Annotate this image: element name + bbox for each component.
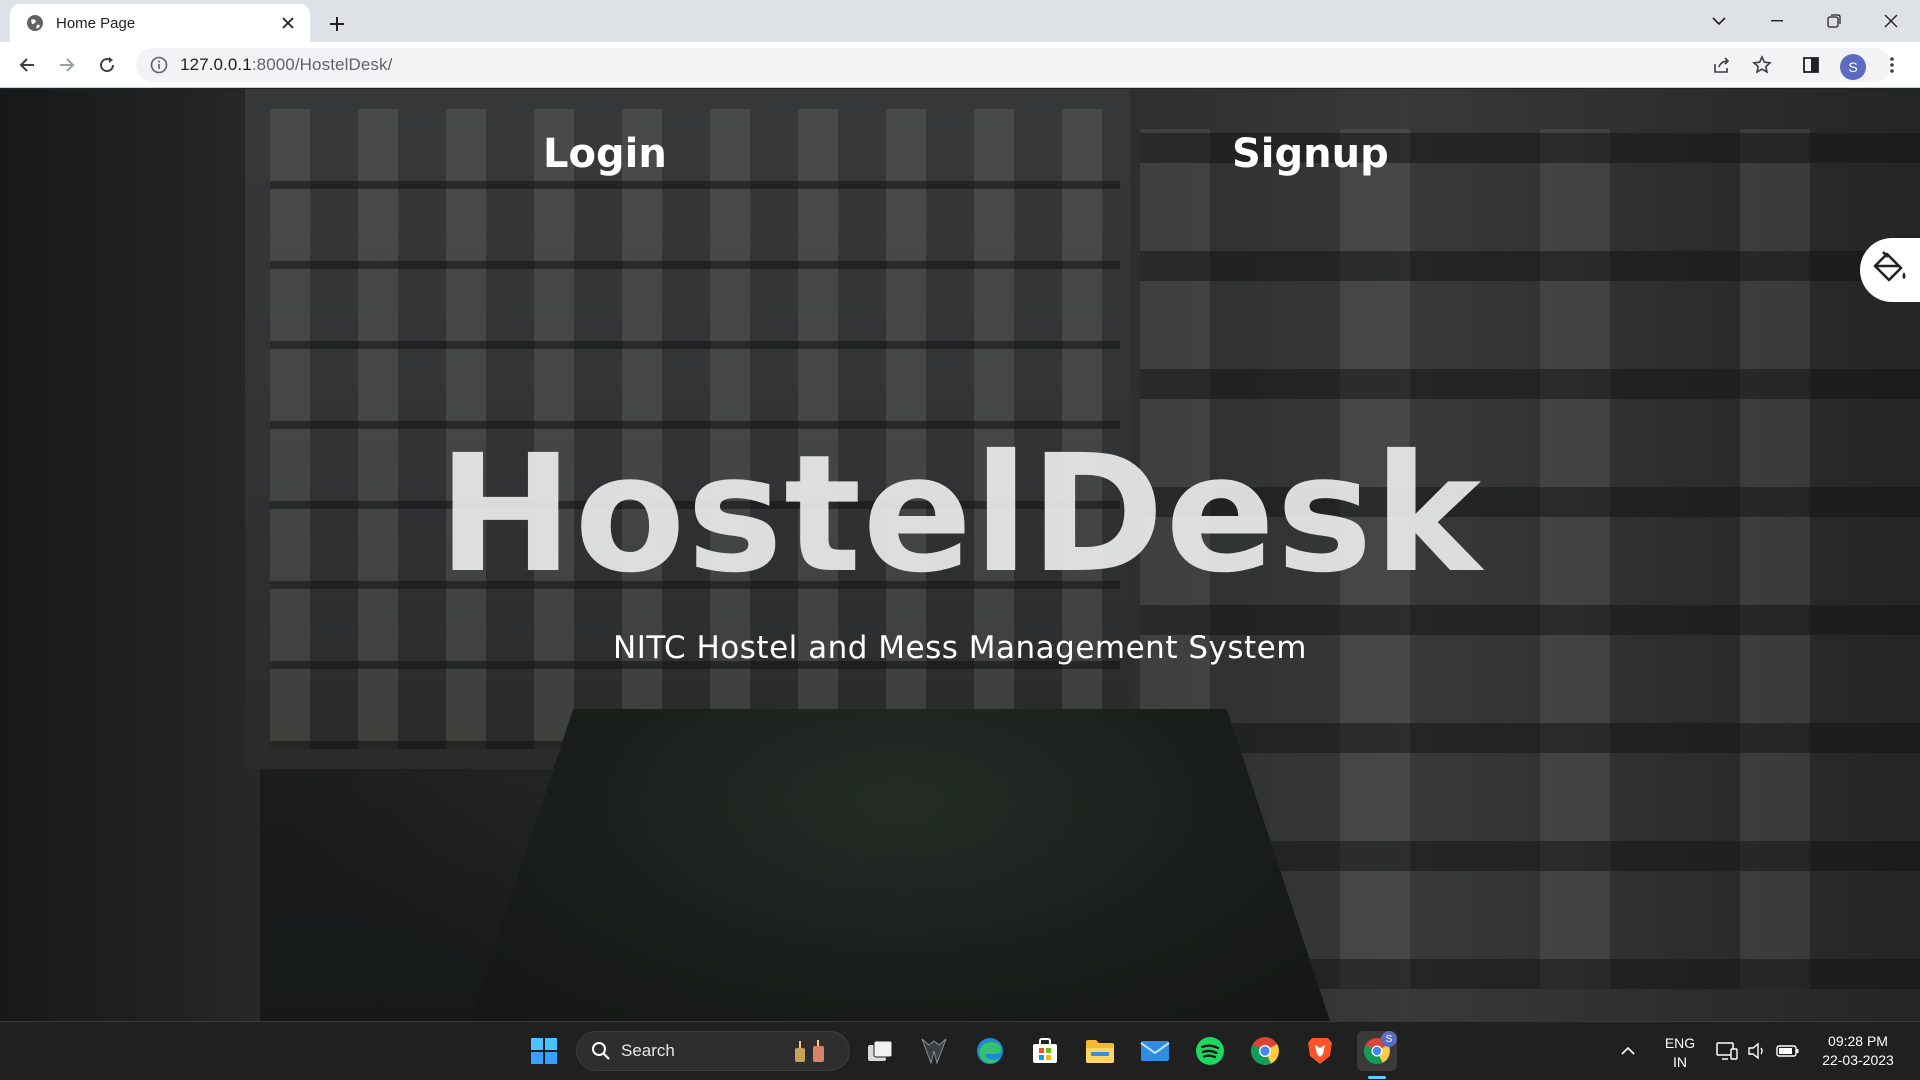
profile-avatar[interactable]: S — [1840, 54, 1866, 80]
acer-icon[interactable] — [914, 1031, 954, 1071]
chrome-profile-badge: S — [1381, 1031, 1397, 1047]
minimize-button[interactable] — [1748, 0, 1806, 42]
menu-kebab-icon[interactable] — [1876, 49, 1908, 81]
volume-icon[interactable] — [1742, 1031, 1772, 1071]
url-text: 127.0.0.1:8000/HostelDesk/ — [180, 55, 392, 75]
spotify-icon[interactable] — [1190, 1031, 1230, 1071]
paint-bucket-icon — [1869, 248, 1909, 293]
show-hidden-icons-chevron-up-icon[interactable] — [1612, 1031, 1644, 1071]
page-subtitle: NITC Hostel and Mess Management System — [613, 630, 1307, 666]
active-app-indicator — [1368, 1076, 1386, 1079]
url-host: 127.0.0.1 — [180, 55, 252, 74]
site-info-icon[interactable] — [150, 56, 168, 74]
battery-icon[interactable] — [1772, 1031, 1804, 1071]
globe-icon — [26, 14, 44, 32]
clock-date: 22-03-2023 — [1822, 1052, 1894, 1068]
search-highlight-icon — [789, 1038, 835, 1064]
network-icon[interactable] — [1712, 1031, 1742, 1071]
search-label: Search — [621, 1041, 675, 1060]
browser-tab-strip: Home Page — [0, 0, 1920, 42]
brave-icon[interactable] — [1300, 1031, 1340, 1071]
region-code: IN — [1673, 1054, 1687, 1070]
language-indicator[interactable]: ENG IN — [1658, 1034, 1702, 1072]
search-icon — [591, 1041, 611, 1061]
clock-time: 09:28 PM — [1828, 1033, 1888, 1049]
bookmark-star-icon[interactable] — [1746, 49, 1778, 81]
new-tab-button[interactable] — [322, 9, 352, 39]
share-icon[interactable] — [1706, 49, 1738, 81]
login-link[interactable]: Login — [543, 131, 667, 177]
forward-button[interactable] — [51, 49, 83, 81]
address-bar[interactable]: 127.0.0.1:8000/HostelDesk/ — [136, 48, 1891, 82]
tab-home-page[interactable]: Home Page — [10, 4, 310, 42]
store-icon[interactable] — [1025, 1031, 1065, 1071]
windows-start-icon[interactable] — [524, 1031, 564, 1071]
close-window-button[interactable] — [1862, 0, 1920, 42]
url-path: :8000/HostelDesk/ — [251, 55, 393, 74]
task-view-icon[interactable] — [860, 1031, 900, 1071]
chrome-icon[interactable] — [1245, 1031, 1285, 1071]
back-button[interactable] — [11, 49, 43, 81]
tab-title: Home Page — [56, 14, 136, 32]
reload-button[interactable] — [91, 49, 123, 81]
language-code: ENG — [1664, 1035, 1696, 1051]
edge-icon[interactable] — [970, 1031, 1010, 1071]
tab-search-icon[interactable] — [1690, 0, 1748, 42]
hero-section: Login Signup HostelDesk NITC Hostel and … — [0, 89, 1920, 1021]
clock[interactable]: 09:28 PM 22-03-2023 — [1812, 1032, 1904, 1070]
mail-icon[interactable] — [1135, 1031, 1175, 1071]
side-panel-icon[interactable] — [1795, 49, 1827, 81]
restore-button[interactable] — [1805, 0, 1863, 42]
file-explorer-icon[interactable] — [1080, 1031, 1120, 1071]
signup-link[interactable]: Signup — [1232, 131, 1389, 177]
taskbar-search-box[interactable]: Search — [576, 1031, 850, 1071]
close-tab-icon[interactable] — [278, 13, 298, 33]
windows-taskbar: Search S ENG IN 09:28 PM 22-03-2023 — [0, 1021, 1920, 1080]
page-title: HostelDesk — [437, 421, 1483, 609]
theme-paint-bucket-button[interactable] — [1860, 238, 1920, 302]
chrome-profile-icon[interactable]: S — [1357, 1031, 1397, 1071]
browser-toolbar: 127.0.0.1:8000/HostelDesk/ S — [0, 42, 1920, 88]
